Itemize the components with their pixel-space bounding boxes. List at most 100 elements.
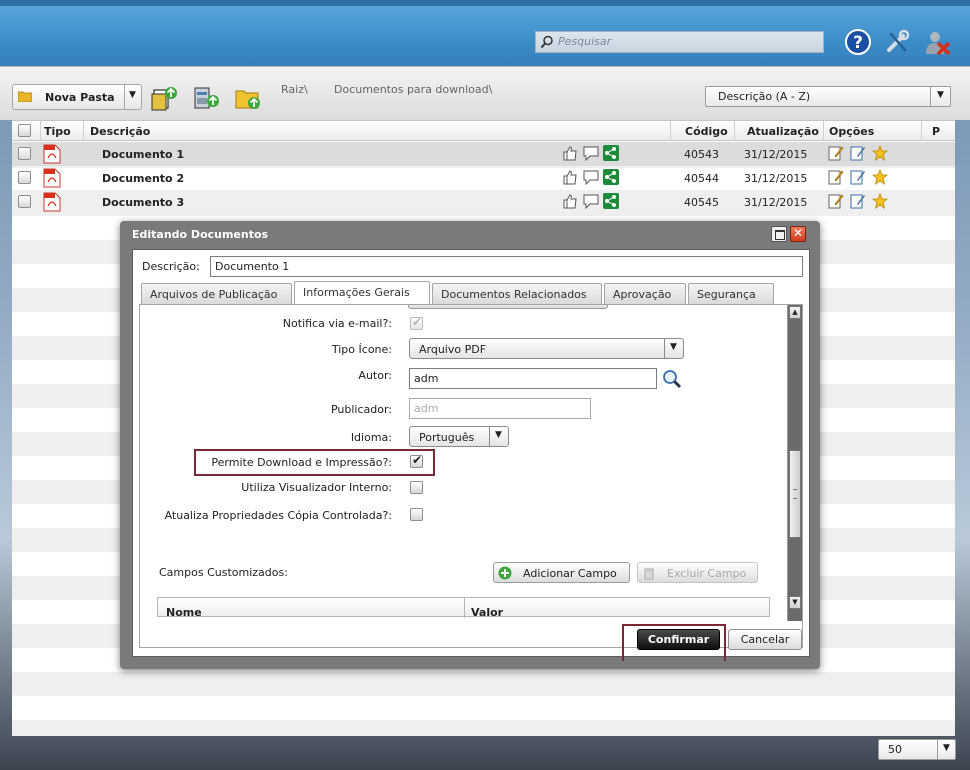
table-row[interactable]: Documento 2 40544 31/12/2015 — [12, 166, 955, 190]
document-code: 40544 — [684, 172, 719, 185]
document-name[interactable]: Documento 2 — [102, 172, 184, 185]
chevron-down-icon: ▼ — [495, 430, 502, 440]
comment-icon[interactable] — [583, 145, 599, 161]
description-input[interactable]: Documento 1 — [210, 256, 803, 277]
like-icon[interactable] — [562, 193, 578, 209]
document-name[interactable]: Documento 3 — [102, 196, 184, 209]
col-atualizacao[interactable]: Atualização — [747, 125, 819, 138]
table-row[interactable]: Documento 1 40543 31/12/2015 — [12, 142, 955, 166]
update-props-checkbox[interactable] — [410, 508, 423, 521]
tab-documentos-relacionados[interactable]: Documentos Relacionados — [432, 283, 602, 304]
language-label: Idioma: — [350, 431, 392, 444]
col-p[interactable]: P — [932, 125, 940, 138]
col-opcoes[interactable]: Opções — [829, 125, 874, 138]
sort-select[interactable]: Descrição (A - Z) ▼ — [705, 86, 951, 107]
add-field-button[interactable]: Adicionar Campo — [493, 562, 630, 583]
edit-document-dialog: Editando Documentos ✕ Descrição: Documen… — [120, 221, 820, 669]
delete-field-button: Excluir Campo — [637, 562, 758, 583]
chevron-down-icon: ▼ — [937, 90, 944, 100]
cancel-button[interactable]: Cancelar — [728, 629, 802, 650]
edit-properties-icon[interactable] — [828, 169, 844, 185]
document-name[interactable]: Documento 1 — [102, 148, 184, 161]
allow-download-checkbox[interactable] — [410, 453, 423, 468]
upload-document-icon[interactable] — [150, 84, 180, 112]
sort-value: Descrição (A - Z) — [718, 90, 811, 103]
tab-seguranca[interactable]: Segurança — [688, 283, 774, 304]
col-nome: Nome — [166, 606, 202, 619]
help-icon[interactable]: ? — [844, 28, 872, 56]
scrolled-field — [408, 305, 608, 309]
toolbar: Nova Pasta ▼ Raiz\ Documentos para downl… — [0, 66, 970, 120]
add-icon — [498, 566, 512, 580]
table-row[interactable]: Documento 3 40545 31/12/2015 — [12, 190, 955, 214]
pdf-icon — [43, 168, 61, 188]
page-size-value: 50 — [888, 743, 902, 756]
page-size-select[interactable]: 50 ▼ — [878, 739, 956, 760]
top-header: Pesquisar ? — [0, 0, 970, 66]
document-date: 31/12/2015 — [744, 172, 808, 185]
internal-viewer-checkbox[interactable] — [410, 481, 423, 494]
search-box[interactable]: Pesquisar — [535, 31, 824, 53]
chevron-down-icon: ▼ — [943, 743, 950, 753]
edit-properties-icon[interactable] — [828, 145, 844, 161]
tab-informacoes-gerais[interactable]: Informações Gerais — [294, 281, 430, 305]
publisher-label: Publicador: — [330, 403, 392, 416]
row-checkbox[interactable] — [18, 171, 31, 184]
document-date: 31/12/2015 — [744, 196, 808, 209]
row-checkbox[interactable] — [18, 195, 31, 208]
breadcrumb-root[interactable]: Raiz\ — [281, 83, 308, 96]
publisher-input: adm — [409, 398, 591, 419]
tools-icon[interactable] — [883, 28, 911, 56]
scroll-down-icon[interactable]: ▼ — [789, 596, 801, 609]
internal-viewer-label: Utiliza Visualizador Interno: — [241, 481, 392, 494]
scroll-thumb[interactable] — [789, 450, 801, 538]
add-field-label: Adicionar Campo — [523, 567, 617, 580]
like-icon[interactable] — [562, 169, 578, 185]
pdf-icon — [43, 192, 61, 212]
edit-document-icon[interactable] — [850, 193, 866, 209]
favorite-star-icon[interactable] — [872, 193, 888, 209]
language-select[interactable]: Português ▼ — [409, 426, 509, 447]
share-icon[interactable] — [603, 145, 619, 161]
search-author-icon[interactable] — [662, 369, 682, 389]
trash-icon — [644, 568, 654, 580]
edit-document-icon[interactable] — [850, 145, 866, 161]
comment-icon[interactable] — [583, 169, 599, 185]
logout-icon[interactable] — [923, 28, 951, 56]
new-folder-button[interactable]: Nova Pasta ▼ — [12, 84, 142, 110]
author-input[interactable]: adm — [409, 368, 657, 389]
tab-arquivos-publicacao[interactable]: Arquivos de Publicação — [141, 283, 292, 304]
row-checkbox[interactable] — [18, 147, 31, 160]
new-folder-dropdown[interactable]: ▼ — [124, 85, 141, 109]
select-all-checkbox[interactable] — [18, 124, 31, 137]
edit-document-icon[interactable] — [850, 169, 866, 185]
col-codigo[interactable]: Código — [685, 125, 728, 138]
maximize-icon[interactable] — [771, 226, 787, 242]
icon-type-label: Tipo Ícone: — [331, 343, 392, 356]
move-folder-icon[interactable] — [234, 84, 264, 112]
tab-aprovacao[interactable]: Aprovação — [604, 283, 686, 304]
edit-properties-icon[interactable] — [828, 193, 844, 209]
col-descricao[interactable]: Descrição — [90, 125, 150, 138]
favorite-star-icon[interactable] — [872, 145, 888, 161]
notify-email-checkbox[interactable] — [410, 315, 423, 330]
panel-scrollbar[interactable]: ▲ ▼ — [787, 305, 802, 621]
confirm-button[interactable]: Confirmar — [637, 629, 720, 650]
icon-type-value: Arquivo PDF — [419, 343, 487, 356]
scanner-icon[interactable] — [192, 84, 222, 112]
author-label: Autor: — [358, 369, 392, 382]
document-date: 31/12/2015 — [744, 148, 808, 161]
document-code: 40543 — [684, 148, 719, 161]
scroll-up-icon[interactable]: ▲ — [789, 306, 801, 319]
col-tipo[interactable]: Tipo — [44, 125, 71, 138]
favorite-star-icon[interactable] — [872, 169, 888, 185]
breadcrumb-folder[interactable]: Documentos para download\ — [334, 83, 492, 96]
custom-fields-label: Campos Customizados: — [159, 566, 288, 579]
like-icon[interactable] — [562, 145, 578, 161]
share-icon[interactable] — [603, 193, 619, 209]
share-icon[interactable] — [603, 169, 619, 185]
icon-type-select[interactable]: Arquivo PDF ▼ — [409, 338, 684, 359]
comment-icon[interactable] — [583, 193, 599, 209]
allow-download-label: Permite Download e Impressão?: — [211, 456, 392, 469]
close-icon[interactable]: ✕ — [790, 226, 806, 242]
